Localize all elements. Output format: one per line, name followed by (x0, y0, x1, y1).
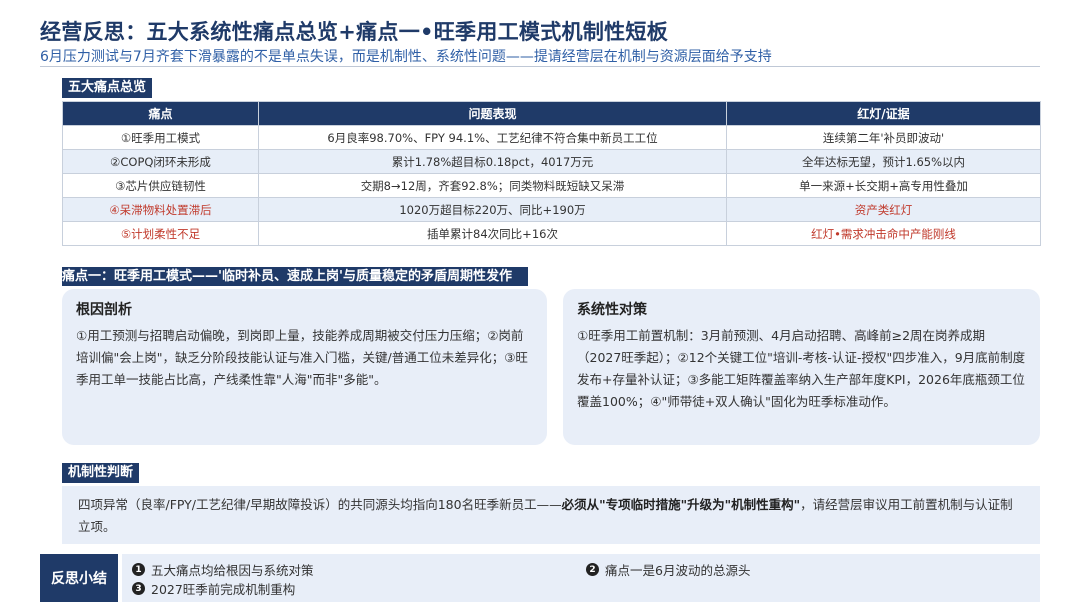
judgement-emphasis: 必须从"专项临时措施"升级为"机制性重构" (561, 497, 801, 512)
table-row: ①旺季用工模式 6月良率98.70%、FPY 94.1%、工艺纪律不符合集中新员… (62, 125, 1041, 150)
summary-item: 1 五大痛点均给根因与系统对策 (132, 560, 314, 579)
countermeasure-heading: 系统性对策 (577, 302, 647, 318)
overview-tag: 五大痛点总览 (62, 78, 153, 98)
countermeasure-panel: 系统性对策 ①旺季用工前置机制：3月前预测、4月启动招聘、高峰前≥2周在岗养成期… (563, 289, 1040, 445)
issue-cell: 交期8→12周，齐套92.8%；同类物料既短缺又呆滞 (258, 173, 727, 198)
issue-cell: 1020万超目标220万、同比+190万 (258, 197, 727, 222)
pain-cell: ②COPQ闭环未形成 (62, 149, 259, 174)
pain-cell: ③芯片供应链韧性 (62, 173, 259, 198)
issue-cell: 6月良率98.70%、FPY 94.1%、工艺纪律不符合集中新员工工位 (258, 125, 727, 150)
judgement-text: 四项异常（良率/FPY/工艺纪律/早期故障投诉）的共同源头均指向180名旺季新员… (78, 497, 562, 512)
title-divider (40, 66, 1040, 67)
pain-cell: ④呆滞物料处置滞后 (62, 197, 259, 222)
number-3-icon: 3 (132, 582, 145, 595)
summary-item-text: 2027旺季前完成机制重构 (151, 582, 296, 597)
evidence-cell: 单一来源+长交期+高专用性叠加 (726, 173, 1041, 198)
col-header-issue: 问题表现 (258, 101, 727, 126)
evidence-cell: 红灯•需求冲击命中产能刚线 (726, 221, 1041, 246)
issue-cell: 累计1.78%超目标0.18pct，4017万元 (258, 149, 727, 174)
summary-item: 2 痛点一是6月波动的总源头 (586, 560, 750, 579)
table-row: ④呆滞物料处置滞后 1020万超目标220万、同比+190万 资产类红灯 (62, 197, 1041, 222)
issue-cell: 插单累计84次同比+16次 (258, 221, 727, 246)
pain-overview-table: 痛点 问题表现 红灯/证据 ①旺季用工模式 6月良率98.70%、FPY 94.… (62, 101, 1041, 246)
judgement-tag: 机制性判断 (62, 463, 140, 483)
root-cause-panel: 根因剖析 ①用工预测与招聘启动偏晚，到岗即上量，技能养成周期被交付压力压缩；②岗… (62, 289, 547, 445)
number-1-icon: 1 (132, 563, 145, 576)
pain-cell: ⑤计划柔性不足 (62, 221, 259, 246)
number-2-icon: 2 (586, 563, 599, 576)
evidence-cell: 全年达标无望，预计1.65%以内 (726, 149, 1041, 174)
countermeasure-body: ①旺季用工前置机制：3月前预测、4月启动招聘、高峰前≥2周在岗养成期（2027旺… (577, 328, 1026, 409)
table-row: ③芯片供应链韧性 交期8→12周，齐套92.8%；同类物料既短缺又呆滞 单一来源… (62, 173, 1041, 198)
page-title: 经营反思：五大系统性痛点总览+痛点一•旺季用工模式机制性短板 (40, 20, 669, 44)
judgement-box: 四项异常（良率/FPY/工艺纪律/早期故障投诉）的共同源头均指向180名旺季新员… (62, 486, 1040, 544)
table-row: ⑤计划柔性不足 插单累计84次同比+16次 红灯•需求冲击命中产能刚线 (62, 221, 1041, 246)
summary-item-text: 痛点一是6月波动的总源头 (605, 563, 751, 578)
table-row: ②COPQ闭环未形成 累计1.78%超目标0.18pct，4017万元 全年达标… (62, 149, 1041, 174)
summary-item: 3 2027旺季前完成机制重构 (132, 579, 295, 598)
col-header-pain: 痛点 (62, 101, 259, 126)
table-header-row: 痛点 问题表现 红灯/证据 (62, 101, 1041, 126)
pain-cell: ①旺季用工模式 (62, 125, 259, 150)
root-cause-body: ①用工预测与招聘启动偏晚，到岗即上量，技能养成周期被交付压力压缩；②岗前培训偏"… (76, 328, 528, 387)
summary-box: 1 五大痛点均给根因与系统对策 2 痛点一是6月波动的总源头 3 2027旺季前… (122, 554, 1040, 602)
pain1-banner: 痛点一：旺季用工模式——'临时补员、速成上岗'与质量稳定的矛盾周期性发作 (62, 267, 528, 286)
evidence-cell: 连续第二年'补员即波动' (726, 125, 1041, 150)
col-header-evidence: 红灯/证据 (726, 101, 1041, 126)
page-subtitle: 6月压力测试与7月齐套下滑暴露的不是单点失误，而是机制性、系统性问题——提请经营… (40, 49, 772, 65)
root-cause-heading: 根因剖析 (76, 302, 132, 318)
evidence-cell: 资产类红灯 (726, 197, 1041, 222)
summary-label: 反思小结 (40, 554, 118, 602)
summary-item-text: 五大痛点均给根因与系统对策 (151, 563, 314, 578)
